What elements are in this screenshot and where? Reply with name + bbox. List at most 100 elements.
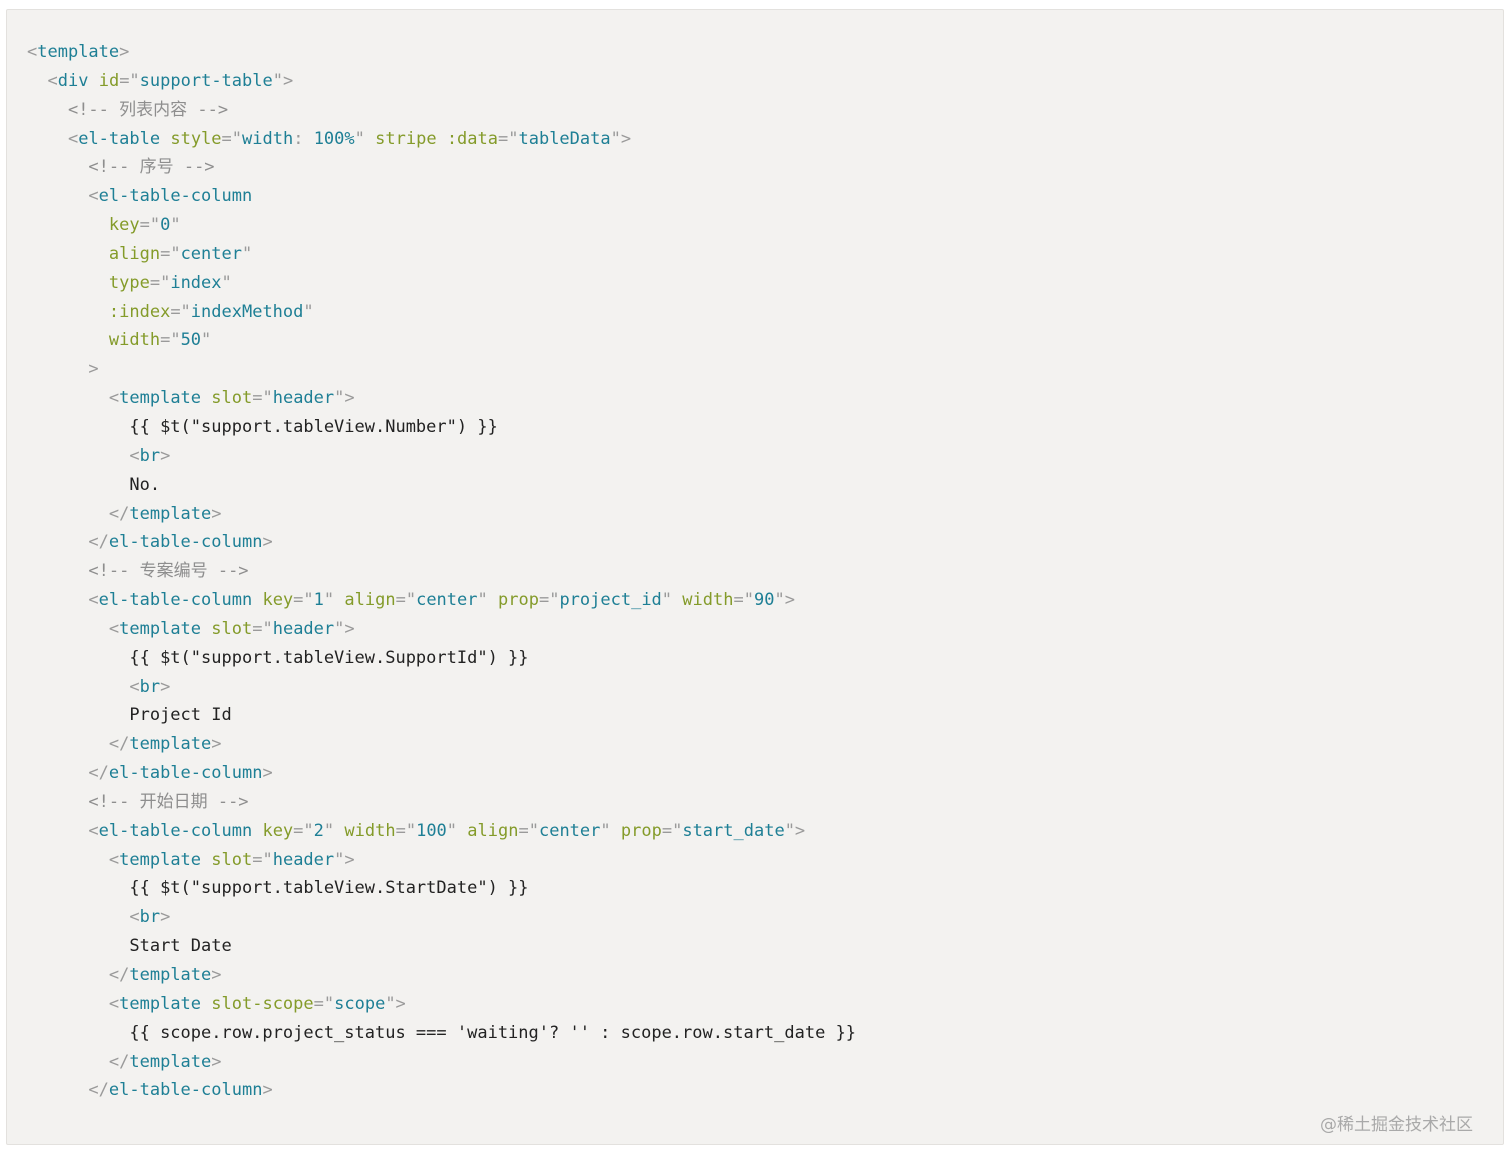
code-token-tag: el-table-column [108,763,263,784]
code-token-attr: :data [446,128,498,149]
code-token-punc: "> [385,993,406,1014]
code-token-str: width [242,128,294,149]
code-token-punc: =" [252,388,273,409]
code-token-tag: br [139,676,161,697]
code-token-tag: br [139,445,161,466]
code-token-attr: width [344,820,396,841]
code-line: :index="indexMethod" [27,298,856,327]
code-token-punc: > [262,763,273,784]
code-token-tag: div [57,70,89,91]
code-token-punc: < [129,445,140,466]
code-token-punc: > [88,359,99,380]
code-token-attr: key [108,215,140,236]
code-token-punc: =" [139,215,161,236]
code-token-punc: "> [334,618,355,639]
code-token-punc: > [211,503,222,524]
code-token-text: Start Date [129,936,232,957]
code-token-attr: align [108,243,161,264]
code-token-punc: > [160,445,171,466]
code-token-attr: slot [211,388,253,409]
code-line: <br> [27,442,856,471]
code-token-punc: " [354,128,365,149]
code-token-punc: < [129,676,140,697]
code-token-punc: > [211,734,222,755]
code-token-tag: template [119,618,202,639]
code-token-punc: "> [784,820,806,841]
code-token-str: header [272,849,335,870]
code-token-punc: > [211,1051,222,1072]
code-token-punc: =" [395,590,417,611]
code-token-attr: id [98,70,120,91]
code-token-punc: " [323,590,335,611]
code-line: <br> [27,903,856,932]
code-token-str: project_id [559,590,662,611]
code-token-tag: template [119,388,202,409]
code-token-punc: " [477,590,488,611]
code-token-attr: slot-scope [211,993,314,1014]
code-token-punc: </ [88,1080,109,1101]
code-token-str: support-table [139,70,273,91]
code-line: </template> [27,1048,856,1077]
code-token-str: center [538,820,601,841]
code-token-punc: < [88,186,99,207]
code-line: <template> [27,38,856,67]
code-token-str: center [416,590,478,611]
code-line: > [27,355,856,384]
code-token-attr: align [467,820,519,841]
code-token-attr: prop [498,590,539,611]
code-token-punc: < [108,993,120,1014]
code-token-punc: "> [334,849,355,870]
code-token-punc: =" [661,820,683,841]
code-token-punc: < [88,590,99,611]
code-line: {{ $t("support.tableView.Number") }} [27,413,856,442]
watermark: @稀土掘金技术社区 [1320,1115,1473,1135]
code-token-tag: el-table-column [98,820,253,841]
code-token-punc: </ [108,1051,130,1072]
code-token-text: {{ scope.row.project_status === 'waiting… [129,1022,857,1043]
code-token-tag: template [129,965,212,985]
code-token-punc: =" [518,820,539,841]
code-token-attr: key [262,590,294,611]
code-token-comment: <!-- 列表内容 --> [67,99,229,120]
code-token-tag: el-table-column [98,186,253,207]
code-token-punc: < [129,907,140,928]
code-token-punc: > [262,532,273,553]
code-line: type="index" [27,269,856,298]
code-line: <!-- 专案编号 --> [27,557,856,586]
code-token-str: scope [334,993,386,1014]
code-token-tag: template [119,993,202,1014]
code-token-punc: " [221,272,232,293]
code-line: Project Id [27,701,856,730]
code-token-tag: template [119,849,202,870]
code-token-punc: < [108,388,120,409]
code-token-punc: < [67,128,79,149]
code-block: <template> <div id="support-table"> <!--… [6,9,1504,1145]
